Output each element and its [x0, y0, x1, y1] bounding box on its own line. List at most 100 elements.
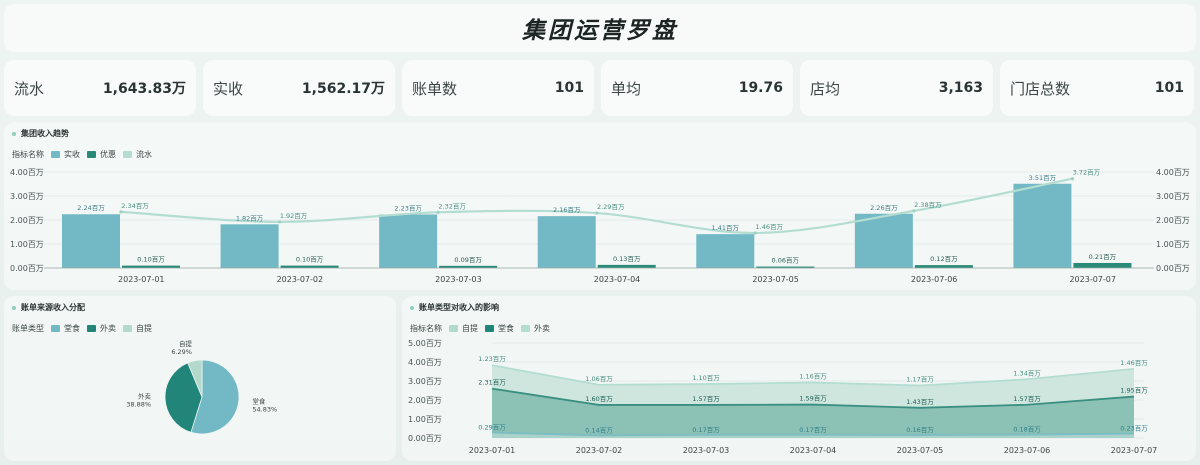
y-tick-label: 4.00百万: [408, 358, 442, 367]
kpi-card-avg-bill[interactable]: 单均 19.76: [601, 60, 793, 116]
y-tick-label: 1.00百万: [408, 415, 442, 424]
data-label: 0.10百万: [137, 256, 165, 264]
data-label: 1.17百万: [906, 376, 934, 384]
y-tick-label: 0.00百万: [408, 434, 442, 443]
x-tick-label: 2023-07-04: [790, 446, 837, 455]
data-label: 1.60百万: [585, 395, 613, 403]
revenue-trend-chart: 4.00百万 3.00百万 2.00百万 1.00百万 0.00百万 4.00百万 3.0…: [10, 168, 1190, 284]
data-label: 1.82百万: [236, 214, 264, 222]
data-label: 2.16百万: [553, 206, 581, 214]
x-tick-label: 2023-07-01: [118, 275, 165, 284]
kpi-card-bill-count[interactable]: 账单数 101: [402, 60, 594, 116]
bar-shishou[interactable]: [379, 214, 438, 268]
data-label: 1.16百万: [799, 373, 827, 381]
bar-shishou[interactable]: [696, 234, 755, 268]
data-label: 0.23百万: [1120, 425, 1148, 433]
data-label: 1.46百万: [1120, 359, 1148, 367]
data-label: 3.51百万: [1029, 174, 1057, 182]
kpi-label: 账单数: [412, 79, 458, 98]
line-point[interactable]: [912, 209, 916, 213]
bar-youhui[interactable]: [1073, 262, 1132, 268]
bill-source-panel: 账单来源收入分配 账单类型 堂食 外卖 自提 堂食 54.83% 外卖 38.88% 自…: [4, 296, 396, 461]
data-label: 3.72百万: [1073, 169, 1101, 177]
x-tick-label: 2023-07-06: [911, 275, 958, 284]
kpi-value: 19.76: [738, 80, 783, 96]
y-tick-label: 1.00百万: [1156, 240, 1190, 249]
x-tick-label: 2023-07-04: [594, 275, 641, 284]
line-point[interactable]: [277, 220, 282, 224]
x-tick-label: 2023-07-02: [576, 446, 623, 455]
data-label: 2.26百万: [870, 204, 898, 212]
kpi-label: 单均: [611, 79, 642, 98]
line-point[interactable]: [1070, 177, 1075, 181]
y-tick-label: 0.00百万: [1156, 264, 1190, 273]
y-tick-label: 4.00百万: [10, 168, 44, 177]
bill-type-area-chart: 5.00百万 4.00百万 3.00百万 2.00百万 1.00百万 0.00百万 1.2…: [408, 339, 1158, 455]
bill-source-pie-chart: 堂食54.83% 外卖38.88% 自提6.29%: [126, 339, 277, 435]
data-label: 2.31百万: [478, 379, 506, 387]
x-tick-label: 2023-07-07: [1111, 446, 1158, 455]
header-bar: 集团运营罗盘: [4, 4, 1196, 52]
bar-shishou[interactable]: [62, 214, 120, 268]
data-label: 2.38百万: [914, 201, 942, 209]
pie-label-pct: 38.88%: [126, 400, 151, 408]
data-label: 1.06百万: [585, 375, 613, 383]
x-tick-label: 2023-07-06: [1004, 446, 1051, 455]
kpi-label: 店均: [810, 79, 841, 98]
kpi-card-shishou[interactable]: 实收 1,562.17万: [203, 60, 395, 116]
data-label: 1.95百万: [1120, 387, 1148, 395]
data-label: 1.57百万: [692, 395, 720, 403]
pie-label-name: 堂食: [252, 397, 266, 406]
data-label: 2.29百万: [597, 203, 625, 211]
data-label: 0.13百万: [613, 255, 641, 263]
y-tick-label: 3.00百万: [1156, 192, 1190, 201]
data-label: 1.43百万: [906, 398, 934, 406]
y-tick-label: 2.00百万: [10, 216, 44, 225]
pie-label-name: 外卖: [138, 391, 152, 400]
y-tick-label: 2.00百万: [1156, 216, 1190, 225]
bill-type-impact-panel: 账单类型对收入的影响 指标名称 自提 堂食 外卖 5.00百万 4.00百万 3.0…: [402, 296, 1196, 461]
data-label: 1.92百万: [280, 212, 308, 220]
kpi-label: 流水: [14, 79, 45, 98]
kpi-card-liushui[interactable]: 流水 1,643.83万: [4, 60, 196, 116]
bar-youhui[interactable]: [597, 264, 656, 268]
y-tick-label: 3.00百万: [10, 192, 44, 201]
bar-youhui[interactable]: [914, 265, 973, 268]
data-label: 2.32百万: [438, 202, 466, 210]
y-tick-label: 5.00百万: [408, 339, 442, 348]
kpi-card-avg-store[interactable]: 店均 3,163: [800, 60, 993, 116]
pie-label-pct: 6.29%: [171, 348, 192, 356]
data-label: 0.16百万: [906, 426, 934, 434]
data-label: 1.23百万: [478, 355, 506, 363]
data-label: 2.24百万: [77, 204, 105, 212]
bar-shishou[interactable]: [537, 216, 596, 268]
data-label: 0.18百万: [1013, 426, 1041, 434]
x-tick-label: 2023-07-05: [752, 275, 799, 284]
x-tick-label: 2023-07-01: [469, 446, 516, 455]
bar-shishou[interactable]: [1013, 183, 1072, 268]
kpi-label: 门店总数: [1010, 79, 1071, 98]
line-point[interactable]: [436, 210, 440, 214]
bar-shishou[interactable]: [854, 213, 913, 268]
y-tick-label: 0.00百万: [10, 264, 44, 273]
data-label: 0.09百万: [454, 256, 482, 264]
pie-label-pct: 54.83%: [252, 406, 277, 414]
data-label: 0.17百万: [692, 426, 720, 434]
kpi-value: 101: [1154, 80, 1184, 96]
kpi-card-store-total[interactable]: 门店总数 101: [1000, 60, 1194, 116]
x-tick-label: 2023-07-03: [683, 446, 730, 455]
kpi-value: 1,562.17万: [301, 81, 385, 97]
y-tick-label: 2.00百万: [408, 396, 442, 405]
y-tick-label: 4.00百万: [1156, 168, 1190, 177]
bar-shishou[interactable]: [220, 224, 279, 268]
pie-label-name: 自提: [179, 339, 193, 348]
x-tick-label: 2023-07-02: [277, 275, 324, 284]
line-point[interactable]: [119, 210, 123, 214]
page-title: 集团运营罗盘: [522, 18, 678, 44]
data-label: 0.14百万: [585, 426, 613, 434]
line-point[interactable]: [595, 211, 599, 215]
line-point[interactable]: [753, 231, 757, 235]
data-label: 1.34百万: [1013, 369, 1041, 377]
data-label: 1.10百万: [692, 374, 720, 382]
data-label: 0.12百万: [930, 255, 958, 263]
